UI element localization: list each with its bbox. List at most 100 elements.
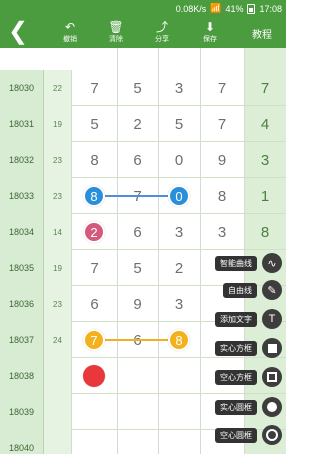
wave-icon: ∿ xyxy=(262,253,282,273)
digit-cell[interactable]: 3 xyxy=(200,214,244,250)
result-cell: 1 xyxy=(260,187,270,205)
undo-label: 撤销 xyxy=(63,36,77,43)
connector-line xyxy=(105,195,168,197)
digit-cell[interactable]: 6 xyxy=(117,142,158,178)
sum-value xyxy=(44,394,72,430)
digit-cell[interactable]: 5 xyxy=(117,250,158,286)
sum-value xyxy=(44,358,72,394)
sum-value: 23 xyxy=(44,286,72,322)
digit-cell[interactable] xyxy=(72,394,117,430)
digit-cell[interactable]: 2 xyxy=(117,106,158,142)
sum-value: 14 xyxy=(44,214,72,250)
share-icon: ⤴ xyxy=(155,20,168,34)
period-label: 18033 xyxy=(0,178,44,214)
period-label: 18032 xyxy=(0,142,44,178)
tool-add-text[interactable]: 添加文字 T xyxy=(215,309,282,329)
sum-value: 22 xyxy=(44,70,72,106)
tool-filled-circle[interactable]: 实心圆框 xyxy=(215,397,282,417)
result-cell: 7 xyxy=(260,79,270,97)
digit-cell[interactable]: 8 xyxy=(72,142,117,178)
sum-value: 23 xyxy=(44,178,72,214)
tool-smart-curve[interactable]: 智能曲线 ∿ xyxy=(215,253,282,273)
digit-cell[interactable]: 9 xyxy=(200,142,244,178)
tool-label: 空心圆框 xyxy=(215,427,257,443)
hollow-circle-icon xyxy=(262,425,282,445)
tool-label: 自由线 xyxy=(223,282,257,298)
tool-label: 空心方框 xyxy=(215,369,257,385)
grid-divider xyxy=(200,48,201,454)
digit-cell[interactable] xyxy=(117,394,158,430)
status-right: 0.08K/s 📶 41% 17:08 xyxy=(176,3,282,14)
period-label: 18035 xyxy=(0,250,44,286)
tutorial-button[interactable]: 教程 xyxy=(252,26,272,41)
share-button[interactable]: ⤴ 分享 xyxy=(146,20,178,44)
digit-cell[interactable]: 8 xyxy=(200,178,244,214)
signal-icon: 📶 xyxy=(210,3,222,13)
period-label: 18030 xyxy=(0,70,44,106)
sum-value: 19 xyxy=(44,106,72,142)
digit-cell[interactable]: 5 xyxy=(117,70,158,106)
drawing-tools-panel: 智能曲线 ∿ 自由线 ✎ 添加文字 T 实心方框 空心方框 实心圆框 空心圆框 xyxy=(204,253,286,454)
period-label: 18037 xyxy=(0,322,44,358)
blue-ball-marker[interactable]: 8 xyxy=(83,185,105,207)
period-label: 18040 xyxy=(0,430,44,454)
digit-cell[interactable] xyxy=(117,430,158,454)
period-label: 18039 xyxy=(0,394,44,430)
grid-divider xyxy=(158,48,159,454)
digit-cell[interactable]: 6 xyxy=(117,214,158,250)
save-icon: ⬇ xyxy=(204,20,216,34)
network-speed: 0.08K/s xyxy=(175,3,207,14)
digit-cell[interactable]: 0 xyxy=(158,142,200,178)
digit-cell[interactable]: 7 xyxy=(200,106,244,142)
period-label: 18034 xyxy=(0,214,44,250)
result-cell: 8 xyxy=(260,223,270,241)
save-button[interactable]: ⬇ 保存 xyxy=(194,20,226,44)
digit-cell[interactable]: 5 xyxy=(158,106,200,142)
back-button[interactable]: ❮ xyxy=(8,20,28,44)
tool-free-line[interactable]: 自由线 ✎ xyxy=(223,280,282,300)
digit-cell[interactable] xyxy=(158,358,200,394)
digit-cell[interactable] xyxy=(117,358,158,394)
result-cell: 3 xyxy=(260,151,270,169)
filled-square-icon xyxy=(262,338,282,358)
digit-cell[interactable]: 7 xyxy=(72,70,117,106)
tool-label: 实心圆框 xyxy=(215,399,257,415)
tool-hollow-circle[interactable]: 空心圆框 xyxy=(215,425,282,445)
sum-value: 23 xyxy=(44,142,72,178)
undo-button[interactable]: ↶ 撤销 xyxy=(54,20,86,44)
period-label: 18038 xyxy=(0,358,44,394)
tool-hollow-square[interactable]: 空心方框 xyxy=(215,367,282,387)
digit-cell[interactable]: 7 xyxy=(200,70,244,106)
blue-ball-marker[interactable]: 0 xyxy=(168,185,190,207)
hollow-square-icon xyxy=(262,367,282,387)
connector-line xyxy=(105,339,168,341)
clock: 17:08 xyxy=(259,3,282,14)
digit-cell[interactable]: 3 xyxy=(158,286,200,322)
digit-cell[interactable]: 3 xyxy=(158,70,200,106)
digit-cell[interactable] xyxy=(72,430,117,454)
digit-cell[interactable] xyxy=(158,430,200,454)
battery-percent: 41% xyxy=(225,3,244,14)
share-label: 分享 xyxy=(155,36,169,43)
digit-cell[interactable]: 7 xyxy=(72,250,117,286)
digit-cell[interactable] xyxy=(158,394,200,430)
tool-filled-square[interactable]: 实心方框 xyxy=(215,338,282,358)
digit-cell[interactable]: 3 xyxy=(158,214,200,250)
clear-button[interactable]: 🗑 清除 xyxy=(100,20,132,44)
period-label: 18036 xyxy=(0,286,44,322)
status-bar: 0.08K/s 📶 41% 17:08 xyxy=(0,0,286,18)
pink-ball-marker[interactable]: 2 xyxy=(83,221,105,243)
clear-label: 清除 xyxy=(109,36,123,43)
result-cell: 4 xyxy=(260,115,270,133)
digit-cell[interactable]: 6 xyxy=(72,286,117,322)
red-ball-marker[interactable] xyxy=(83,365,105,387)
tool-label: 实心方框 xyxy=(215,340,257,356)
tool-label: 添加文字 xyxy=(215,311,257,327)
grid-divider xyxy=(117,48,118,454)
sum-value xyxy=(44,430,72,454)
digit-cell[interactable]: 9 xyxy=(117,286,158,322)
orange-ball-marker[interactable]: 7 xyxy=(83,329,105,351)
digit-cell[interactable]: 2 xyxy=(158,250,200,286)
digit-cell[interactable]: 5 xyxy=(72,106,117,142)
orange-ball-marker[interactable]: 8 xyxy=(168,329,190,351)
